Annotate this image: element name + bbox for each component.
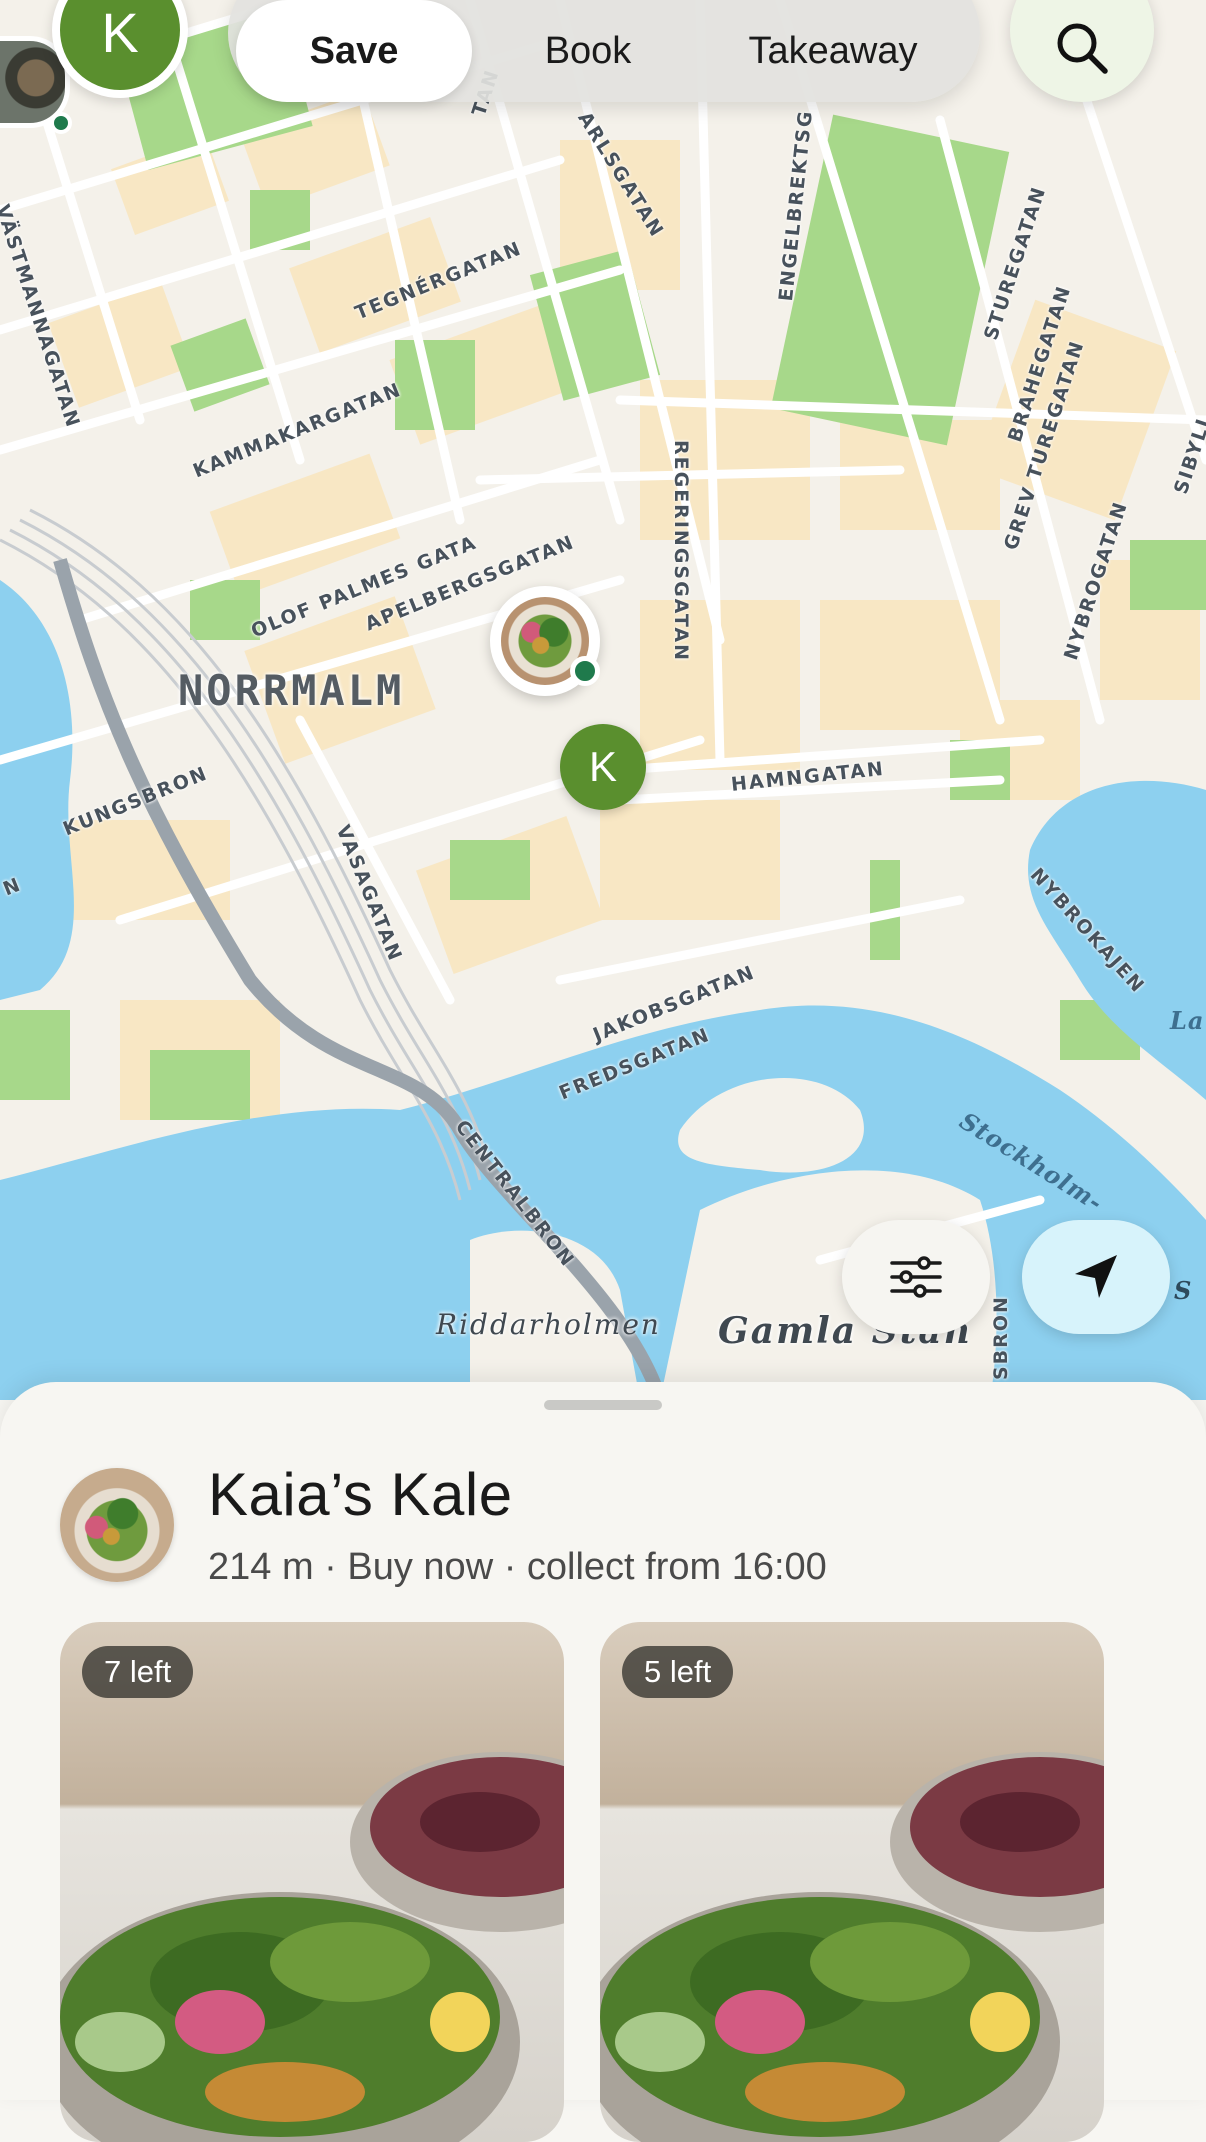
user-pin-initial: K bbox=[588, 743, 617, 790]
tab-label: Takeaway bbox=[748, 29, 918, 72]
district-label: NORRMALM bbox=[178, 666, 405, 715]
store-bottom-sheet[interactable]: Kaia’s Kale 214 m · Buy now · collect fr… bbox=[0, 1382, 1206, 2142]
bag-photo bbox=[600, 1622, 1104, 2142]
search-icon bbox=[1057, 23, 1108, 74]
bag-card[interactable]: 5 left bbox=[600, 1622, 1104, 2142]
street-label: REGERINGSGATAN bbox=[670, 440, 692, 662]
street-label: SBRON bbox=[990, 1295, 1012, 1380]
tab-label: Book bbox=[544, 29, 632, 72]
area-label: Riddarholmen bbox=[436, 1308, 661, 1341]
map-view[interactable]: NORRMALM VÄSTMANNAGATAN TEGNÉRGATAN KAMM… bbox=[0, 0, 1206, 1400]
locate-me-button[interactable] bbox=[1022, 1220, 1170, 1334]
water-label: S bbox=[1174, 1276, 1193, 1305]
tab-takeaway[interactable]: Takeaway bbox=[698, 0, 968, 102]
store-logo bbox=[60, 1468, 174, 1582]
availability-dot bbox=[570, 656, 600, 686]
location-arrow-icon bbox=[1075, 1255, 1117, 1298]
tab-book[interactable]: Book bbox=[488, 0, 688, 102]
availability-dot bbox=[50, 112, 72, 134]
store-map-pin[interactable] bbox=[490, 586, 600, 696]
bag-photo bbox=[60, 1622, 564, 2142]
mode-segmented-control: Save Book Takeaway bbox=[228, 0, 980, 102]
sheet-drag-handle[interactable] bbox=[544, 1400, 662, 1410]
tab-label: Save bbox=[309, 29, 399, 72]
water-label: La bbox=[1170, 1006, 1205, 1035]
store-meta: 214 m · Buy now · collect from 16:00 bbox=[208, 1546, 827, 1588]
quantity-badge: 7 left bbox=[82, 1646, 194, 1698]
user-location-pin[interactable]: K bbox=[560, 724, 646, 810]
sliders-icon bbox=[890, 1256, 942, 1298]
tab-save[interactable]: Save bbox=[236, 0, 472, 102]
bag-card[interactable]: 7 left bbox=[60, 1622, 564, 2142]
store-name[interactable]: Kaia’s Kale bbox=[208, 1460, 513, 1529]
quantity-badge: 5 left bbox=[622, 1646, 734, 1698]
profile-initial: K bbox=[101, 0, 139, 64]
filter-button[interactable] bbox=[842, 1220, 990, 1334]
